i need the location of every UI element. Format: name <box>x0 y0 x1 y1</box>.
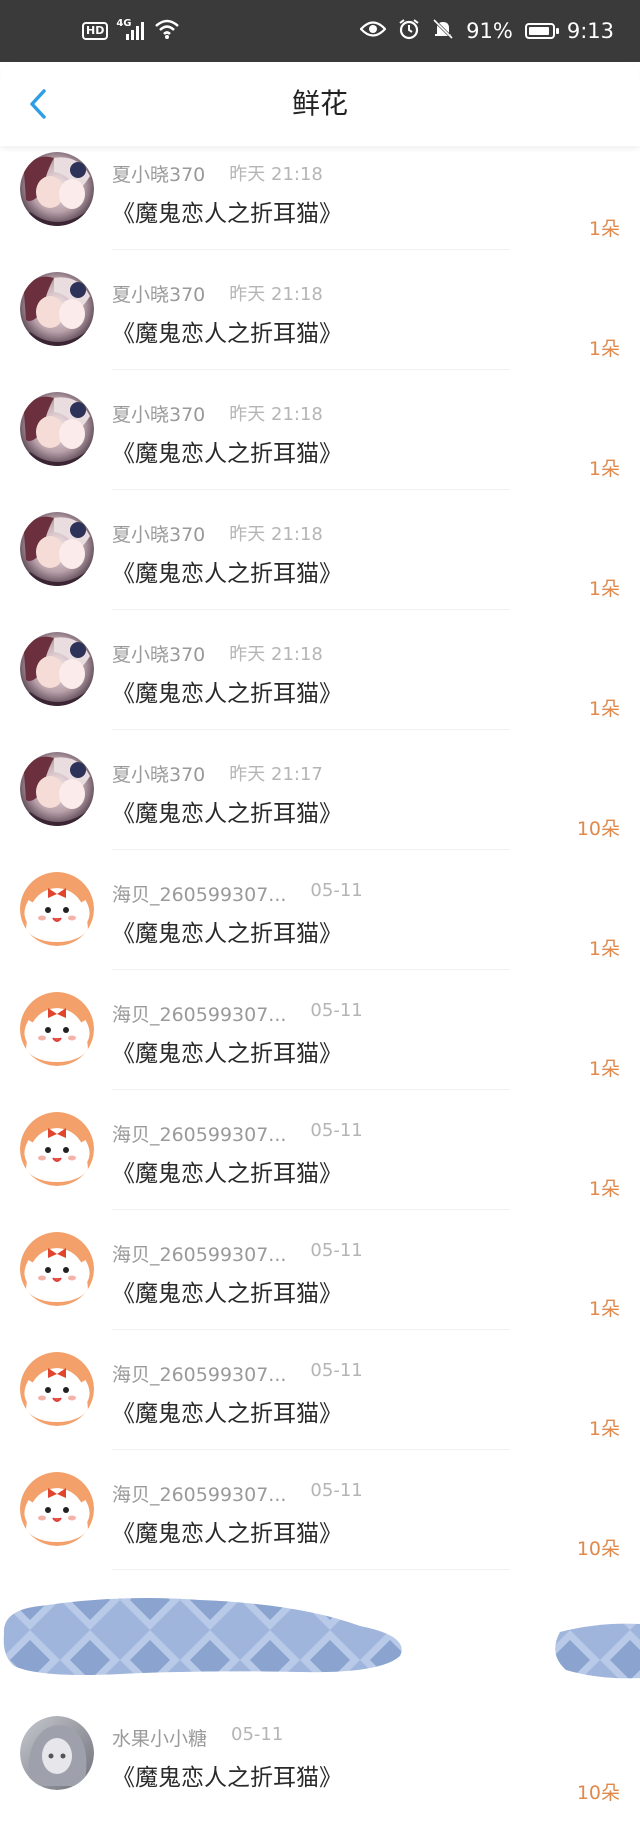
wifi-icon <box>154 18 180 44</box>
list-item[interactable]: 夏小晓370 昨天 21:17 《魔鬼恋人之折耳猫》 10朵 <box>0 730 640 850</box>
battery-fill <box>528 27 549 35</box>
network-type: 4G <box>116 18 132 29</box>
timestamp: 05-11 <box>310 1240 363 1261</box>
book-title: 《魔鬼恋人之折耳猫》 <box>112 921 342 947</box>
avatar[interactable] <box>20 992 94 1066</box>
timestamp: 05-11 <box>310 1000 363 1021</box>
avatar[interactable] <box>20 1232 94 1306</box>
flower-count: 1朵 <box>588 1178 620 1200</box>
flower-count: 1朵 <box>588 698 620 720</box>
list-item[interactable]: 海贝_260599307... 05-11 《魔鬼恋人之折耳猫》 1朵 <box>0 1330 640 1450</box>
timestamp: 昨天 21:17 <box>229 764 323 785</box>
battery-icon <box>524 23 559 39</box>
username[interactable]: 夏小晓370 <box>112 520 205 547</box>
username[interactable]: 海贝_260599307... <box>112 1240 286 1267</box>
flower-count: 10朵 <box>576 1782 620 1804</box>
avatar[interactable] <box>20 872 94 946</box>
username[interactable]: 夏小晓370 <box>112 760 205 787</box>
signal-icon: 4G <box>116 18 146 42</box>
book-title: 《魔鬼恋人之折耳猫》 <box>112 681 342 707</box>
avatar[interactable] <box>20 272 94 346</box>
list-item[interactable]: 夏小晓370 昨天 21:18 《魔鬼恋人之折耳猫》 1朵 <box>0 250 640 370</box>
username[interactable]: 海贝_260599307... <box>112 1480 286 1507</box>
username[interactable]: 海贝_260599307... <box>112 1360 286 1387</box>
book-title: 《魔鬼恋人之折耳猫》 <box>112 1401 342 1427</box>
status-bar-left: HD 4G <box>82 0 180 62</box>
avatar[interactable] <box>20 1716 94 1790</box>
avatar[interactable] <box>20 752 94 826</box>
redacted-entry <box>0 1570 640 1694</box>
username[interactable]: 夏小晓370 <box>112 400 205 427</box>
list-item[interactable]: 海贝_260599307... 05-11 《魔鬼恋人之折耳猫》 1朵 <box>0 850 640 970</box>
list-item[interactable]: 海贝_260599307... 05-11 《魔鬼恋人之折耳猫》 1朵 <box>0 1090 640 1210</box>
avatar[interactable] <box>20 1472 94 1546</box>
avatar[interactable] <box>20 152 94 226</box>
flower-count: 1朵 <box>588 218 620 240</box>
mute-bell-icon <box>432 18 454 45</box>
book-title: 《魔鬼恋人之折耳猫》 <box>112 321 342 347</box>
username[interactable]: 夏小晓370 <box>112 640 205 667</box>
status-bar-right: 91% 9:13 <box>359 0 614 62</box>
hd-badge: HD <box>82 22 109 40</box>
timestamp: 昨天 21:18 <box>229 164 323 185</box>
book-title: 《魔鬼恋人之折耳猫》 <box>112 1521 342 1547</box>
book-title: 《魔鬼恋人之折耳猫》 <box>112 1765 342 1791</box>
list-item[interactable]: 海贝_260599307... 05-11 《魔鬼恋人之折耳猫》 1朵 <box>0 1210 640 1330</box>
timestamp: 05-11 <box>310 1120 363 1141</box>
avatar[interactable] <box>20 1112 94 1186</box>
username[interactable]: 水果小小糖 <box>112 1724 207 1751</box>
list-item[interactable]: 夏小晓370 昨天 21:18 《魔鬼恋人之折耳猫》 1朵 <box>0 370 640 490</box>
status-bar: HD 4G 91% 9:13 <box>0 0 640 62</box>
flower-count: 10朵 <box>576 818 620 840</box>
flower-count: 1朵 <box>588 1298 620 1320</box>
timestamp: 05-11 <box>231 1724 284 1745</box>
flower-count: 1朵 <box>588 458 620 480</box>
username[interactable]: 海贝_260599307... <box>112 1000 286 1027</box>
avatar[interactable] <box>20 1352 94 1426</box>
timestamp: 昨天 21:18 <box>229 404 323 425</box>
timestamp: 昨天 21:18 <box>229 644 323 665</box>
list-item[interactable]: 海贝_260599307... 05-11 《魔鬼恋人之折耳猫》 10朵 <box>0 1450 640 1570</box>
book-title: 《魔鬼恋人之折耳猫》 <box>112 441 342 467</box>
username[interactable]: 夏小晓370 <box>112 280 205 307</box>
flower-count: 1朵 <box>588 338 620 360</box>
list-item[interactable]: 水果小小糖 05-11 《魔鬼恋人之折耳猫》 10朵 <box>0 1694 640 1814</box>
book-title: 《魔鬼恋人之折耳猫》 <box>112 1041 342 1067</box>
alarm-icon <box>398 18 420 45</box>
flower-list: 夏小晓370 昨天 21:18 《魔鬼恋人之折耳猫》 1朵 夏小晓370 昨天 21:18… <box>0 130 640 1814</box>
book-title: 《魔鬼恋人之折耳猫》 <box>112 1161 342 1187</box>
avatar[interactable] <box>20 512 94 586</box>
book-title: 《魔鬼恋人之折耳猫》 <box>112 201 342 227</box>
flower-count: 1朵 <box>588 578 620 600</box>
book-title: 《魔鬼恋人之折耳猫》 <box>112 1281 342 1307</box>
clock: 9:13 <box>566 19 614 43</box>
timestamp: 05-11 <box>310 880 363 901</box>
username[interactable]: 海贝_260599307... <box>112 880 286 907</box>
flower-count: 10朵 <box>576 1538 620 1560</box>
avatar[interactable] <box>20 392 94 466</box>
timestamp: 昨天 21:18 <box>229 284 323 305</box>
username[interactable]: 夏小晓370 <box>112 160 205 187</box>
book-title: 《魔鬼恋人之折耳猫》 <box>112 561 342 587</box>
timestamp: 05-11 <box>310 1480 363 1501</box>
list-item[interactable]: 夏小晓370 昨天 21:18 《魔鬼恋人之折耳猫》 1朵 <box>0 130 640 250</box>
flower-count: 1朵 <box>588 1418 620 1440</box>
eye-icon <box>359 19 387 43</box>
list-item[interactable]: 海贝_260599307... 05-11 《魔鬼恋人之折耳猫》 1朵 <box>0 970 640 1090</box>
flower-count: 1朵 <box>588 1058 620 1080</box>
timestamp: 05-11 <box>310 1360 363 1381</box>
list-item[interactable]: 夏小晓370 昨天 21:18 《魔鬼恋人之折耳猫》 1朵 <box>0 610 640 730</box>
username[interactable]: 海贝_260599307... <box>112 1120 286 1147</box>
avatar[interactable] <box>20 632 94 706</box>
book-title: 《魔鬼恋人之折耳猫》 <box>112 801 342 827</box>
list-item[interactable]: 夏小晓370 昨天 21:18 《魔鬼恋人之折耳猫》 1朵 <box>0 490 640 610</box>
timestamp: 昨天 21:18 <box>229 524 323 545</box>
flower-count: 1朵 <box>588 938 620 960</box>
battery-percent: 91% <box>466 19 513 43</box>
